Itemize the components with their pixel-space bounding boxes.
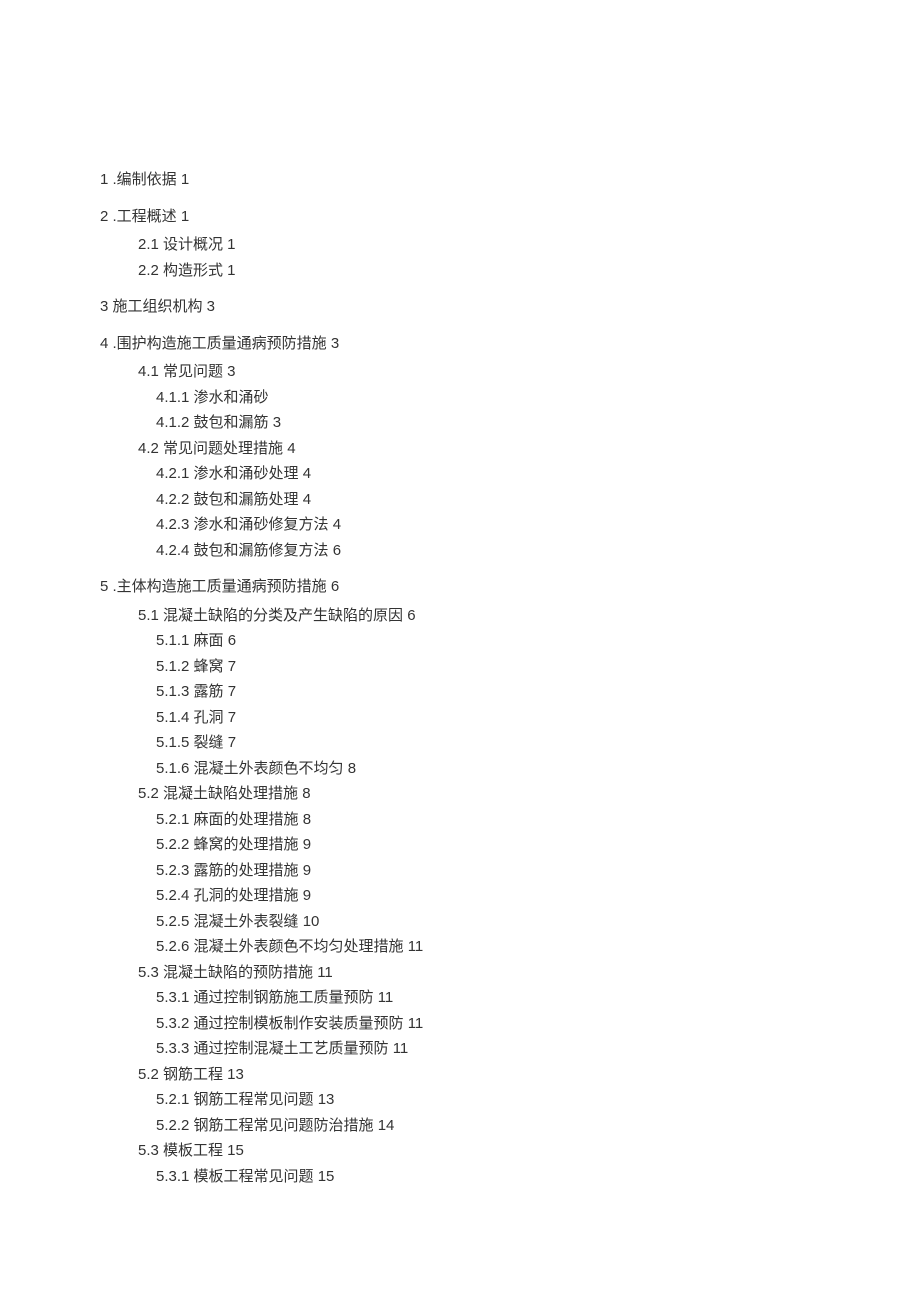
toc-entry: 5.2.4 孔洞的处理措施 9	[156, 885, 820, 908]
toc-entry: 4.2.2 鼓包和漏筋处理 4	[156, 489, 820, 512]
toc-entry: 4.1 常见问题 3	[138, 361, 820, 384]
toc-entry: 4.2.3 渗水和涌砂修复方法 4	[156, 514, 820, 537]
toc-entry: 4.2 常见问题处理措施 4	[138, 438, 820, 461]
toc-entry: 5.3.1 模板工程常见问题 15	[156, 1166, 820, 1189]
toc-entry: 5.2.6 混凝土外表颜色不均匀处理措施 11	[156, 936, 820, 959]
toc-entry: 4 .围护构造施工质量通病预防措施 3	[100, 333, 820, 356]
toc-entry: 5.3.2 通过控制模板制作安装质量预防 11	[156, 1013, 820, 1036]
toc-entry: 5.1.1 麻面 6	[156, 630, 820, 653]
toc-entry: 5.3.3 通过控制混凝土工艺质量预防 11	[156, 1038, 820, 1061]
toc-entry: 5.2.5 混凝土外表裂缝 10	[156, 911, 820, 934]
toc-entry: 2 .工程概述 1	[100, 206, 820, 229]
toc-entry: 2.2 构造形式 1	[138, 260, 820, 283]
toc-entry: 5.3 模板工程 15	[138, 1140, 820, 1163]
toc-entry: 5.3 混凝土缺陷的预防措施 11	[138, 962, 820, 985]
toc-entry: 4.2.4 鼓包和漏筋修复方法 6	[156, 540, 820, 563]
toc-entry: 5.1.3 露筋 7	[156, 681, 820, 704]
toc-entry: 5.1.6 混凝土外表颜色不均匀 8	[156, 758, 820, 781]
toc-entry: 4.2.1 渗水和涌砂处理 4	[156, 463, 820, 486]
toc-entry: 5.2.2 蜂窝的处理措施 9	[156, 834, 820, 857]
toc-entry: 2.1 设计概况 1	[138, 234, 820, 257]
toc-entry: 5.3.1 通过控制钢筋施工质量预防 11	[156, 987, 820, 1010]
toc-entry: 5.2.3 露筋的处理措施 9	[156, 860, 820, 883]
toc-entry: 5.2.2 钢筋工程常见问题防治措施 14	[156, 1115, 820, 1138]
toc-entry: 5.1.5 裂缝 7	[156, 732, 820, 755]
toc-entry: 5.1 混凝土缺陷的分类及产生缺陷的原因 6	[138, 605, 820, 628]
toc-entry: 4.1.2 鼓包和漏筋 3	[156, 412, 820, 435]
toc-entry: 5.2.1 钢筋工程常见问题 13	[156, 1089, 820, 1112]
toc-entry: 5.2.1 麻面的处理措施 8	[156, 809, 820, 832]
toc-entry: 5.2 混凝土缺陷处理措施 8	[138, 783, 820, 806]
toc-entry: 5.1.4 孔洞 7	[156, 707, 820, 730]
toc-entry: 3 施工组织机构 3	[100, 296, 820, 319]
toc-entry: 5.1.2 蜂窝 7	[156, 656, 820, 679]
toc-entry: 4.1.1 渗水和涌砂	[156, 387, 820, 410]
toc-entry: 1 .编制依据 1	[100, 169, 820, 192]
table-of-contents: 1 .编制依据 1 2 .工程概述 1 2.1 设计概况 1 2.2 构造形式 …	[100, 169, 820, 1188]
toc-entry: 5.2 钢筋工程 13	[138, 1064, 820, 1087]
toc-entry: 5 .主体构造施工质量通病预防措施 6	[100, 576, 820, 599]
